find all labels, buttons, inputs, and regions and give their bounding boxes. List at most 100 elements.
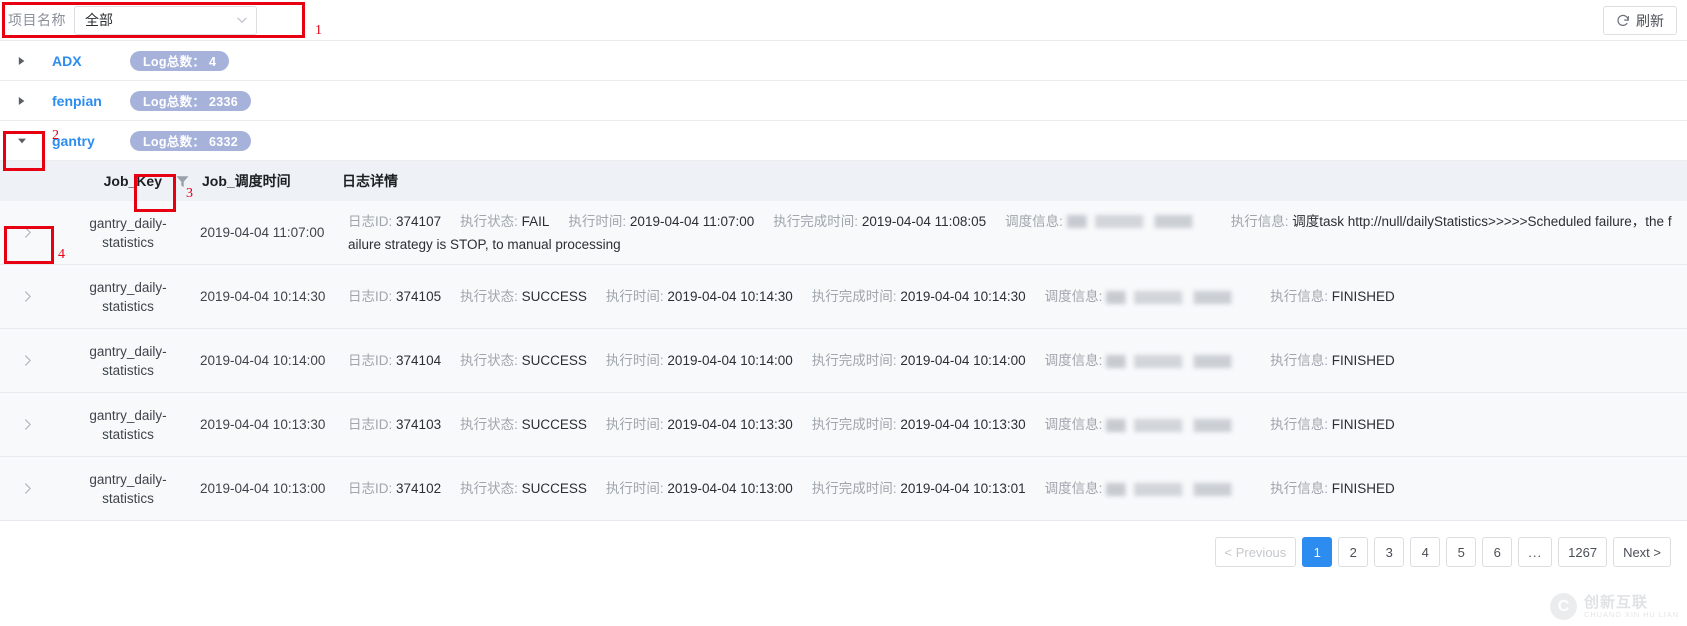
row-log-detail: 日志ID: 374107 执行状态: FAIL 执行时间: 2019-04-04 1… — [338, 210, 1687, 256]
refresh-button[interactable]: 刷新 — [1603, 6, 1677, 35]
label-sched-info: 调度信息: — [1005, 213, 1063, 229]
row-log-detail-line-1: 日志ID: 374104 执行状态: SUCCESS 执行时间: 2019-04-0… — [348, 349, 1687, 372]
chevron-right-icon[interactable] — [22, 482, 36, 496]
row-expand-cell — [0, 482, 58, 496]
value-sched-info-redacted — [1066, 215, 1212, 229]
triangle-down-icon[interactable] — [14, 133, 30, 149]
log-count-badge: Log总数： 4 — [130, 50, 230, 71]
log-console-page: 项目名称 全部 刷新 1 ADX Log总数： 4 fenpian Log总数：… — [0, 0, 1687, 626]
triangle-right-icon[interactable] — [14, 53, 30, 69]
project-row-fenpian[interactable]: fenpian Log总数： 2336 — [0, 81, 1687, 121]
project-filter-group: 项目名称 全部 — [8, 5, 257, 35]
project-name[interactable]: fenpian — [52, 93, 130, 109]
value-log-id: 374107 — [396, 213, 442, 229]
label-log-id: 日志ID: — [348, 481, 393, 496]
value-exec-time: 2019-04-04 10:13:30 — [667, 417, 793, 432]
annotation-number-4: 4 — [58, 247, 65, 262]
row-schedule-time: 2019-04-04 10:13:00 — [200, 481, 326, 496]
value-sched-info-redacted — [1106, 482, 1252, 496]
project-name[interactable]: ADX — [52, 53, 130, 69]
value-exec-info: FINISHED — [1331, 481, 1395, 496]
refresh-icon — [1616, 14, 1630, 28]
log-count-badge: Log总数： 6332 — [130, 130, 251, 151]
row-log-detail: 日志ID: 374105 执行状态: SUCCESS 执行时间: 2019-04-0… — [338, 285, 1687, 308]
label-exec-info: 执行信息: — [1270, 481, 1328, 496]
value-sched-info-redacted — [1106, 418, 1252, 432]
pagination-previous[interactable]: < Previous — [1214, 537, 1297, 567]
table-row[interactable]: gantry_daily-statistics 2019-04-04 10:14… — [0, 329, 1687, 393]
value-log-id: 374105 — [396, 289, 442, 304]
chevron-right-icon[interactable] — [22, 290, 36, 304]
table-row[interactable]: gantry_daily-statistics 2019-04-04 10:14… — [0, 265, 1687, 329]
chevron-right-icon[interactable] — [22, 354, 36, 368]
project-select[interactable]: 全部 — [74, 5, 257, 35]
pagination-ellipsis[interactable]: ... — [1518, 537, 1553, 567]
row-job-key: gantry_daily-statistics — [89, 471, 167, 506]
value-exec-time: 2019-04-04 11:07:00 — [629, 213, 755, 229]
value-exec-time: 2019-04-04 10:13:00 — [667, 481, 793, 496]
row-log-detail-line-1: 日志ID: 374105 执行状态: SUCCESS 执行时间: 2019-04-0… — [348, 285, 1687, 308]
pagination-page-3[interactable]: 3 — [1374, 537, 1405, 567]
pagination-page-6[interactable]: 6 — [1482, 537, 1513, 567]
table-header-log-detail-label: 日志详情 — [342, 173, 398, 189]
label-finish-time: 执行完成时间: — [811, 353, 897, 368]
chevron-right-icon[interactable] — [22, 418, 36, 432]
pagination-next[interactable]: Next > — [1613, 537, 1671, 567]
table-header-schedule-time-label: Job_调度时间 — [202, 173, 291, 189]
pagination-last-page[interactable]: 1267 — [1558, 537, 1608, 567]
label-log-id: 日志ID: — [348, 213, 393, 229]
value-sched-info-redacted — [1106, 290, 1252, 304]
table-row[interactable]: gantry_daily-statistics 2019-04-04 10:13… — [0, 457, 1687, 521]
table-header-row: Job_Key Job_调度时间 日志详情 — [0, 161, 1687, 201]
project-list: ADX Log总数： 4 fenpian Log总数： 2336 gantry … — [0, 41, 1687, 161]
label-exec-time: 执行时间: — [605, 481, 664, 496]
label-sched-info: 调度信息: — [1044, 353, 1103, 368]
pagination-page-2[interactable]: 2 — [1338, 537, 1369, 567]
table-header-job-key-label: Job_Key — [103, 173, 162, 189]
project-filter-label: 项目名称 — [8, 12, 66, 28]
value-finish-time: 2019-04-04 11:08:05 — [861, 213, 987, 229]
chevron-right-icon[interactable] — [22, 226, 36, 240]
pagination-page-4[interactable]: 4 — [1410, 537, 1441, 567]
pagination-page-1[interactable]: 1 — [1302, 537, 1333, 567]
row-schedule-time: 2019-04-04 11:07:00 — [200, 225, 325, 240]
pagination-page-5[interactable]: 5 — [1446, 537, 1477, 567]
label-exec-status: 执行状态: — [460, 289, 518, 304]
table-header-schedule-time: Job_调度时间 — [198, 171, 338, 191]
project-row-gantry[interactable]: gantry Log总数： 6332 — [0, 121, 1687, 161]
value-exec-status: SUCCESS — [521, 417, 587, 432]
label-exec-status: 执行状态: — [460, 353, 518, 368]
label-exec-time: 执行时间: — [605, 417, 664, 432]
table-header-job-key: Job_Key — [58, 171, 198, 191]
watermark: C 创新互联 CHUANG XIN HU LIAN — [1550, 593, 1679, 620]
row-schedule-time: 2019-04-04 10:14:30 — [200, 289, 326, 304]
pagination: < Previous 1 2 3 4 5 6 ... 1267 Next > — [0, 521, 1687, 583]
value-finish-time: 2019-04-04 10:13:30 — [900, 417, 1026, 432]
table-row[interactable]: gantry_daily-statistics 2019-04-04 10:13… — [0, 393, 1687, 457]
refresh-label: 刷新 — [1636, 12, 1664, 29]
annotation-number-3: 3 — [186, 186, 193, 201]
triangle-right-icon[interactable] — [14, 93, 30, 109]
value-exec-info: FINISHED — [1331, 289, 1395, 304]
row-expand-cell — [0, 418, 58, 432]
value-log-id: 374102 — [396, 481, 442, 496]
label-sched-info: 调度信息: — [1044, 289, 1103, 304]
value-exec-time: 2019-04-04 10:14:30 — [667, 289, 793, 304]
value-exec-status: SUCCESS — [521, 481, 587, 496]
table-row[interactable]: gantry_daily-statistics 2019-04-04 11:07… — [0, 201, 1687, 265]
label-exec-status: 执行状态: — [460, 213, 518, 229]
row-log-detail: 日志ID: 374103 执行状态: SUCCESS 执行时间: 2019-04-0… — [338, 413, 1687, 436]
value-finish-time: 2019-04-04 10:13:01 — [900, 481, 1026, 496]
project-name[interactable]: gantry — [52, 133, 130, 149]
label-log-id: 日志ID: — [348, 353, 393, 368]
project-row-adx[interactable]: ADX Log总数： 4 — [0, 41, 1687, 81]
row-log-detail-line-1: 日志ID: 374107 执行状态: FAIL 执行时间: 2019-04-04 1… — [348, 210, 1687, 233]
label-sched-info: 调度信息: — [1044, 417, 1103, 432]
value-log-id: 374103 — [396, 417, 442, 432]
chevron-down-icon — [236, 14, 248, 26]
value-exec-info: FINISHED — [1331, 353, 1395, 368]
row-log-detail-line-2: ailure strategy is STOP, to manual proce… — [348, 236, 621, 252]
value-exec-status: SUCCESS — [521, 289, 587, 304]
value-finish-time: 2019-04-04 10:14:30 — [900, 289, 1026, 304]
annotation-number-1: 1 — [315, 23, 322, 38]
